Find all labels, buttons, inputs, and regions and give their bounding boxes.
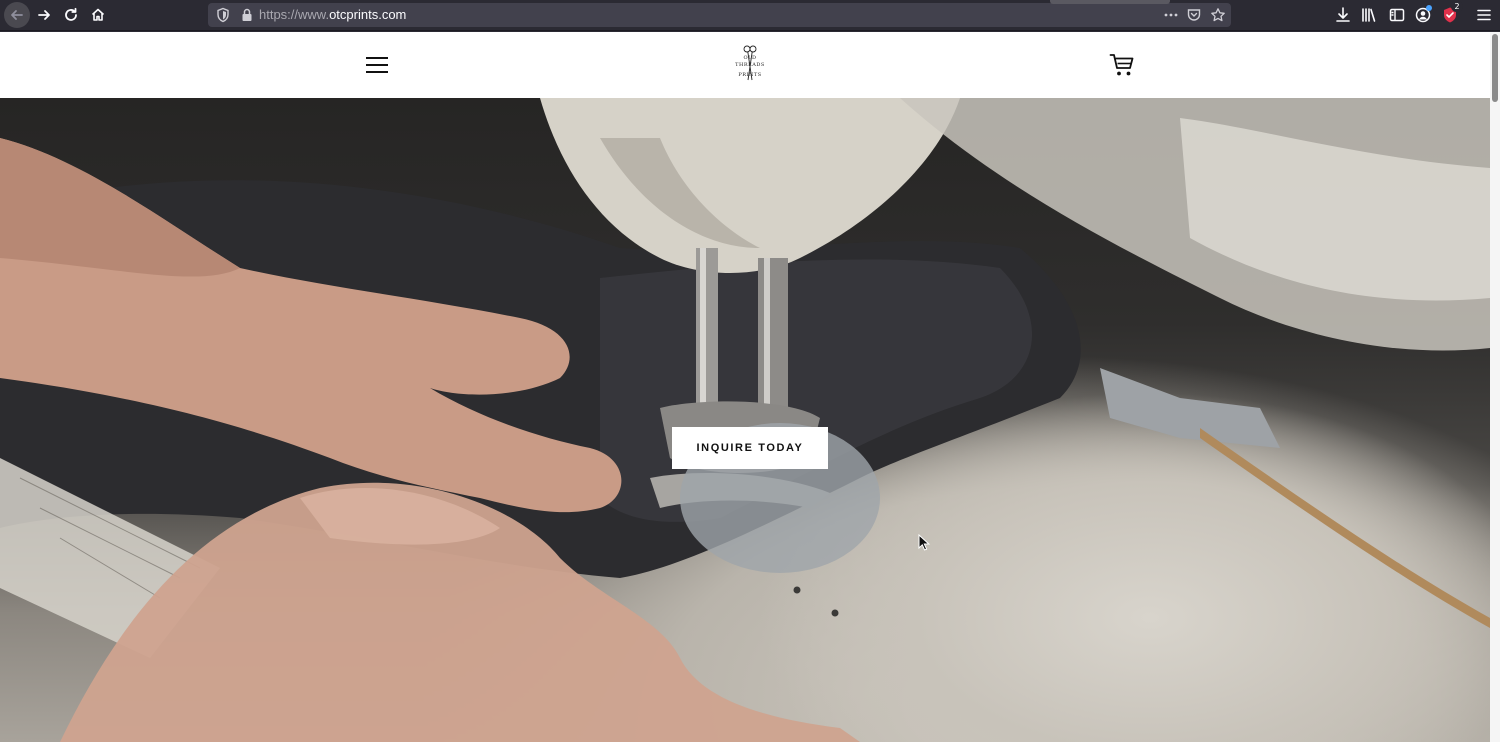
- more-dots-icon[interactable]: [1163, 7, 1179, 23]
- url-text[interactable]: https://www.otcprints.com: [259, 6, 406, 24]
- sidebar-icon[interactable]: [1388, 6, 1406, 24]
- forward-arrow-icon: [38, 10, 50, 20]
- logo-line-1: OLD: [743, 55, 757, 61]
- pocket-icon[interactable]: [1186, 7, 1202, 23]
- hamburger-icon[interactable]: [366, 55, 388, 75]
- library-icon[interactable]: [1360, 6, 1378, 24]
- extension-badge: 2: [1451, 1, 1463, 12]
- logo-line-3: PRINTS: [738, 72, 762, 78]
- browser-toolbar: https://www.otcprints.com 2: [0, 0, 1500, 31]
- back-arrow-icon: [11, 10, 23, 20]
- cart-icon[interactable]: [1109, 52, 1135, 78]
- hamburger-menu-icon[interactable]: [1475, 6, 1493, 24]
- logo-line-2: THREADS: [735, 62, 765, 68]
- url-prefix: https://www.: [259, 7, 330, 22]
- inquire-today-button[interactable]: INQUIRE TODAY: [672, 427, 828, 469]
- page-scrollbar[interactable]: [1490, 32, 1500, 742]
- cta-label: INQUIRE TODAY: [696, 442, 804, 454]
- url-domain: otcprints.com: [329, 7, 407, 22]
- account-sync-dot: [1426, 5, 1432, 11]
- site-header: OLD THREADS PRINTS: [0, 32, 1490, 98]
- hero-banner: INQUIRE TODAY: [0, 98, 1490, 742]
- tracking-shield-icon[interactable]: [215, 7, 231, 23]
- page-viewport: OLD THREADS PRINTS INQUIRE TODAY: [0, 32, 1500, 742]
- scroll-thumb[interactable]: [1492, 34, 1498, 102]
- reload-icon: [65, 7, 77, 21]
- download-icon[interactable]: [1334, 6, 1352, 24]
- back-button[interactable]: [4, 2, 30, 28]
- site-logo[interactable]: OLD THREADS PRINTS: [728, 44, 772, 84]
- address-bar[interactable]: https://www.otcprints.com: [208, 0, 1231, 27]
- lock-icon[interactable]: [239, 7, 255, 23]
- sewing-machine-photo: [0, 98, 1490, 742]
- home-button[interactable]: [86, 3, 110, 27]
- forward-button[interactable]: [32, 3, 56, 27]
- home-icon: [91, 8, 105, 21]
- star-icon[interactable]: [1210, 7, 1226, 23]
- mouse-cursor-icon: [918, 534, 930, 551]
- reload-button[interactable]: [59, 3, 83, 27]
- tab-overflow-edge: [1050, 0, 1170, 4]
